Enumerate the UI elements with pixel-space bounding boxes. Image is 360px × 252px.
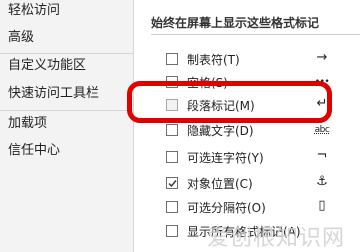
sidebar-item-label: 高级 — [8, 30, 35, 45]
option-hidden-text[interactable]: 隐藏文字(D) abc — [134, 121, 360, 141]
show-all-marks-checkbox[interactable] — [166, 225, 178, 237]
hidden-text-label: 隐藏文字(D) — [187, 124, 254, 138]
sidebar-item-accessibility[interactable]: 轻松访问 — [0, 3, 133, 19]
optional-breaks-checkbox[interactable] — [166, 201, 178, 213]
watermark-text: 爱创根知识网 — [207, 226, 346, 251]
anchor-icon: ⚓ — [316, 174, 328, 189]
hidden-text-checkbox[interactable] — [166, 124, 178, 136]
tab-characters-label: 制表符(T) — [187, 53, 240, 67]
paragraph-marks-highlight — [127, 81, 332, 123]
optional-hyphens-checkbox[interactable] — [166, 151, 178, 163]
sidebar-item-label: 信任中心 — [8, 143, 61, 158]
sidebar-item-label: 快速访问工具栏 — [8, 86, 100, 101]
option-optional-breaks[interactable]: 可选分隔符(O) ▯ — [134, 198, 360, 218]
options-sidebar: 轻松访问 高级 自定义功能区 快速访问工具栏 加载项 信任中心 — [0, 0, 134, 252]
checkmark-icon — [168, 180, 177, 188]
sidebar-item-customize-ribbon[interactable]: 自定义功能区 — [0, 58, 133, 74]
sidebar-item-trust-center[interactable]: 信任中心 — [0, 143, 133, 159]
option-object-anchors[interactable]: 对象位置(C) ⚓ — [134, 174, 360, 194]
optional-break-icon: ▯ — [318, 198, 326, 213]
option-tab-characters[interactable]: 制表符(T) → — [134, 50, 360, 70]
section-divider — [151, 34, 360, 35]
optional-hyphens-label: 可选连字符(Y) — [187, 151, 264, 165]
sidebar-item-add-ins[interactable]: 加载项 — [0, 116, 133, 132]
sidebar-item-label: 加载项 — [8, 116, 48, 131]
sidebar-item-quick-access-toolbar[interactable]: 快速访问工具栏 — [0, 86, 133, 102]
optional-breaks-label: 可选分隔符(O) — [187, 201, 266, 215]
not-sign-icon: ¬ — [316, 148, 328, 163]
tab-arrow-icon: → — [316, 50, 328, 65]
sidebar-item-label: 轻松访问 — [8, 3, 61, 18]
sidebar-divider — [0, 110, 133, 111]
option-optional-hyphens[interactable]: 可选连字符(Y) ¬ — [134, 148, 360, 168]
object-anchors-checkbox[interactable] — [166, 177, 178, 189]
section-title: 始终在屏幕上显示这些格式标记 — [151, 16, 320, 30]
sidebar-item-advanced[interactable]: 高级 — [0, 30, 133, 46]
sidebar-divider — [0, 53, 133, 54]
tab-characters-checkbox[interactable] — [166, 53, 178, 65]
formatting-marks-panel: 始终在屏幕上显示这些格式标记 制表符(T) → 空格(S) ••• 段落标记(M… — [134, 0, 360, 252]
sidebar-item-label: 自定义功能区 — [8, 58, 87, 73]
hidden-text-icon: abc — [314, 125, 330, 135]
object-anchors-label: 对象位置(C) — [187, 177, 253, 191]
